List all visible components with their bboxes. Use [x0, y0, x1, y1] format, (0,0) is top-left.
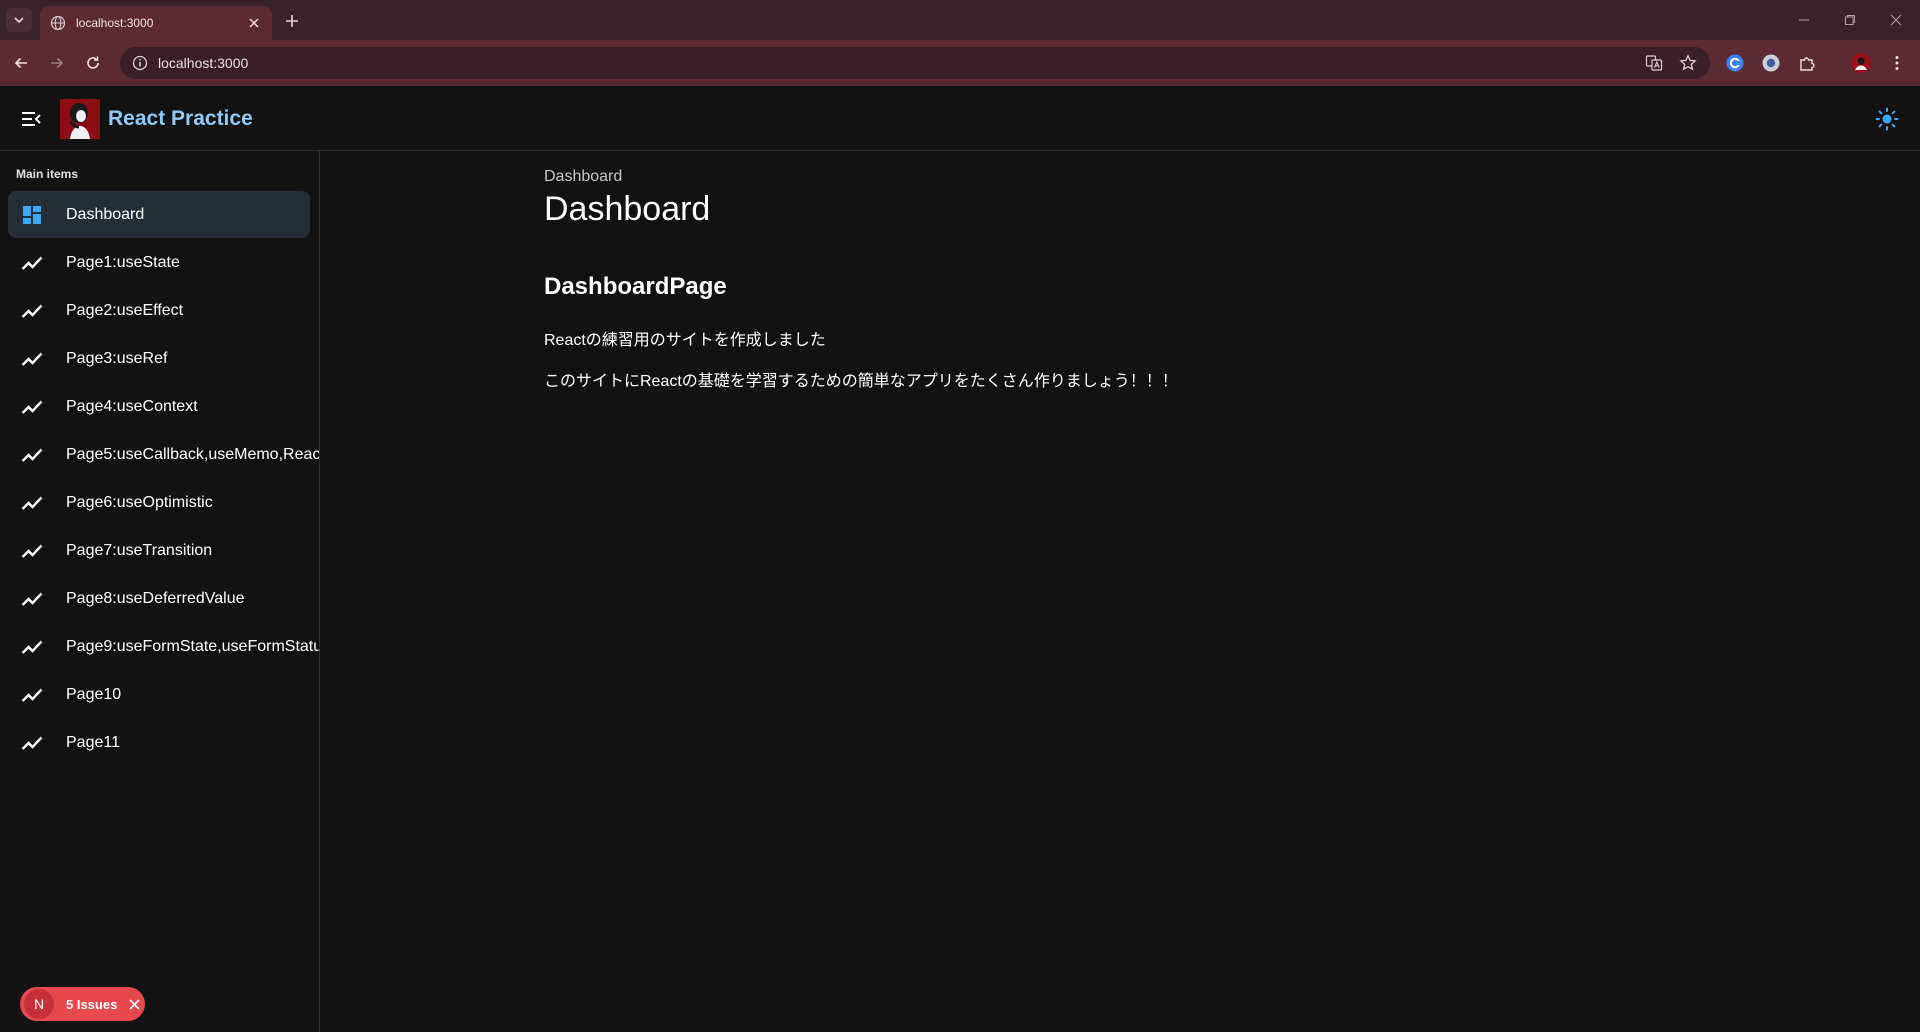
- close-icon: [249, 18, 259, 28]
- sidebar-item-page5[interactable]: Page5:useCallback,useMemo,Reac: [8, 431, 319, 478]
- tab-search-button[interactable]: [6, 8, 32, 32]
- browser-tab-bar: localhost:3000: [0, 0, 1920, 40]
- dashboard-icon: [20, 203, 44, 227]
- trending-up-icon: [20, 395, 44, 419]
- url-text[interactable]: localhost:3000: [158, 55, 248, 71]
- trending-up-icon: [20, 539, 44, 563]
- minimize-button[interactable]: [1794, 10, 1814, 30]
- sidebar-item-dashboard[interactable]: Dashboard: [8, 191, 310, 238]
- tab-title: localhost:3000: [76, 16, 154, 30]
- logo-icon: [60, 99, 100, 139]
- close-icon: [1890, 14, 1902, 26]
- sidebar-item-label: Page1:useState: [66, 253, 180, 271]
- sidebar-item-page10[interactable]: Page10: [8, 671, 310, 718]
- arrow-left-icon: [14, 57, 27, 69]
- sidebar-item-page2[interactable]: Page2:useEffect: [8, 287, 310, 334]
- plus-icon: [286, 15, 298, 27]
- nextjs-logo-icon[interactable]: N: [24, 989, 54, 1019]
- issues-badge[interactable]: N 5 Issues: [20, 987, 145, 1021]
- sidebar-item-page3[interactable]: Page3:useRef: [8, 335, 310, 382]
- info-icon[interactable]: [132, 55, 148, 71]
- new-tab-button[interactable]: [280, 10, 304, 32]
- menu-toggle-button[interactable]: [18, 106, 44, 132]
- sidebar-item-label: Page6:useOptimistic: [66, 493, 213, 511]
- restore-icon: [1845, 15, 1855, 25]
- sidebar-item-label: Page10: [66, 685, 122, 703]
- bookmark-button[interactable]: [1676, 47, 1700, 79]
- extension-gray-button[interactable]: [1760, 52, 1782, 74]
- back-button[interactable]: [10, 52, 32, 74]
- restore-button[interactable]: [1840, 10, 1860, 30]
- intro-paragraph: Reactの練習用のサイトを作成しました: [544, 332, 826, 349]
- sidebar-item-page4[interactable]: Page4:useContext: [8, 383, 310, 430]
- menu-open-icon: [22, 112, 41, 126]
- issues-label[interactable]: 5 Issues: [66, 997, 117, 1012]
- minimize-icon: [1799, 19, 1809, 21]
- sidebar-item-label: Page8:useDeferredValue: [66, 589, 245, 607]
- sidebar-item-label: Page7:useTransition: [66, 541, 213, 559]
- sidebar-item-label: Page4:useContext: [66, 397, 198, 415]
- extension-circle-icon: [1762, 54, 1780, 72]
- translate-button[interactable]: [1642, 47, 1666, 79]
- sidebar-item-label: Dashboard: [66, 205, 145, 223]
- sidebar-item-label: Page11: [66, 733, 120, 751]
- browser-tab[interactable]: localhost:3000: [40, 6, 272, 40]
- sun-icon: [1875, 107, 1899, 131]
- trending-up-icon: [20, 299, 44, 323]
- main-content: Dashboard Dashboard DashboardPage Reactの…: [320, 151, 1920, 1032]
- browser-toolbar: localhost:3000: [0, 40, 1920, 86]
- extensions-button[interactable]: [1796, 52, 1818, 74]
- trending-up-icon: [20, 491, 44, 515]
- profile-button[interactable]: [1850, 52, 1872, 74]
- chevron-down-icon: [14, 17, 24, 24]
- sidebar-section-header: Main items: [16, 167, 79, 181]
- sidebar-item-page8[interactable]: Page8:useDeferredValue: [8, 575, 310, 622]
- browser-menu-button[interactable]: [1886, 52, 1908, 74]
- close-icon: [129, 998, 140, 1010]
- translate-icon: [1645, 55, 1663, 71]
- app-header: React Practice: [0, 86, 1920, 151]
- trending-up-icon: [20, 587, 44, 611]
- sidebar-item-label: Page9:useFormState,useFormStatu: [66, 637, 320, 655]
- puzzle-icon: [1800, 57, 1815, 71]
- sidebar-item-page9[interactable]: Page9:useFormState,useFormStatu: [8, 623, 319, 670]
- extension-blue-button[interactable]: [1724, 52, 1746, 74]
- trending-up-icon: [20, 443, 44, 467]
- reload-icon: [87, 56, 99, 69]
- arrow-right-icon: [51, 57, 64, 69]
- sidebar-item-page11[interactable]: Page11: [8, 719, 310, 766]
- star-icon: [1679, 54, 1697, 71]
- trending-up-icon: [20, 251, 44, 275]
- sidebar-item-page6[interactable]: Page6:useOptimistic: [8, 479, 310, 526]
- extension-c-icon: [1726, 54, 1744, 72]
- trending-up-icon: [20, 347, 44, 371]
- theme-toggle-button[interactable]: [1874, 106, 1900, 132]
- sidebar-item-page1[interactable]: Page1:useState: [8, 239, 310, 286]
- description-paragraph: このサイトにReactの基礎を学習するための簡単なアプリをたくさん作りましょう！…: [544, 373, 1178, 390]
- forward-button[interactable]: [46, 52, 68, 74]
- tab-close-button[interactable]: [246, 15, 262, 31]
- page-title: Dashboard: [544, 190, 711, 228]
- more-vertical-icon: [1895, 56, 1899, 70]
- sidebar-item-label: Page5:useCallback,useMemo,Reac: [66, 445, 320, 463]
- address-bar[interactable]: localhost:3000: [120, 47, 1710, 79]
- globe-icon: [50, 15, 66, 31]
- trending-up-icon: [20, 683, 44, 707]
- sidebar-item-label: Page3:useRef: [66, 349, 168, 367]
- sidebar-item-page7[interactable]: Page7:useTransition: [8, 527, 310, 574]
- trending-up-icon: [20, 731, 44, 755]
- reload-button[interactable]: [82, 52, 104, 74]
- app-logo: [60, 99, 100, 139]
- avatar-icon: [1851, 53, 1871, 73]
- window-close-button[interactable]: [1886, 10, 1906, 30]
- issues-close-button[interactable]: [127, 997, 141, 1011]
- app-title[interactable]: React Practice: [108, 107, 253, 131]
- section-title: DashboardPage: [544, 273, 727, 300]
- trending-up-icon: [20, 635, 44, 659]
- sidebar: Main items Dashboard Page1:useState Page…: [0, 151, 320, 1032]
- sidebar-item-label: Page2:useEffect: [66, 301, 184, 319]
- breadcrumb[interactable]: Dashboard: [544, 168, 622, 186]
